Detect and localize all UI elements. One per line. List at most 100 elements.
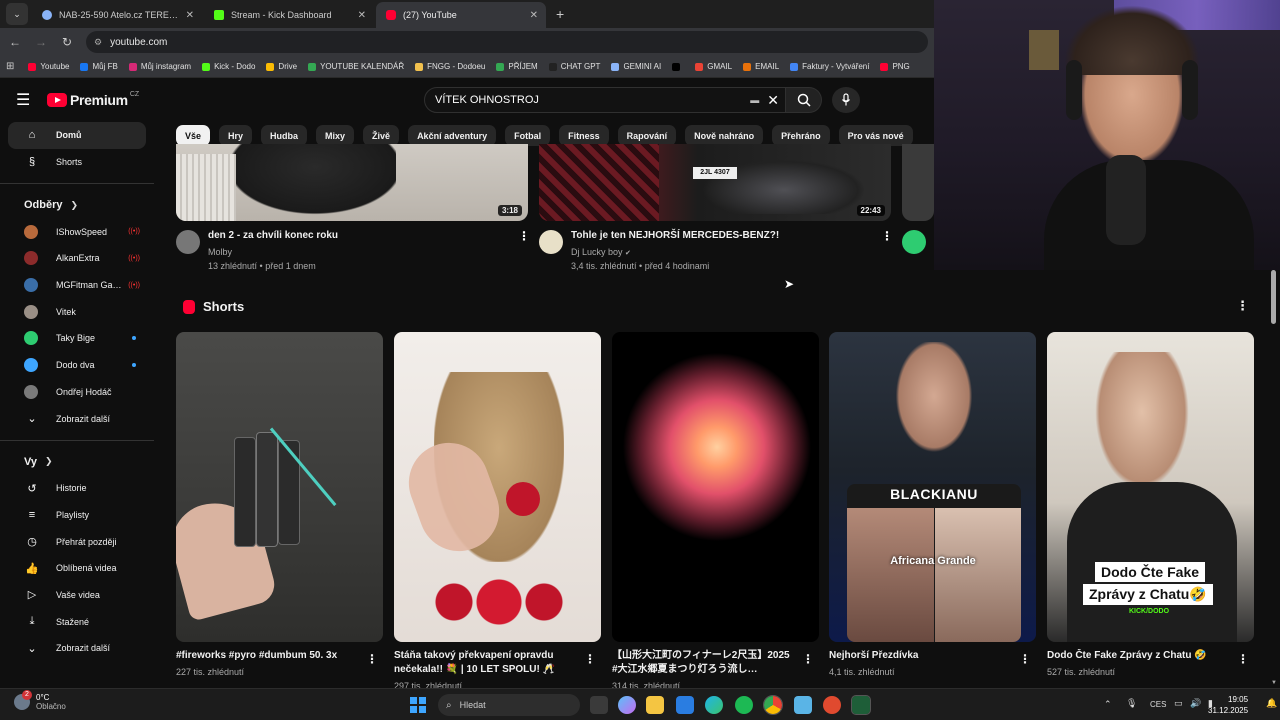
shelf-more-icon[interactable]: ⋮ — [1236, 298, 1249, 314]
weather-widget[interactable]: 2 0°C Oblačno — [14, 690, 66, 711]
you-header[interactable]: Vy ❯ — [8, 449, 146, 475]
sidebar-item-subscription[interactable]: Taky Bige — [8, 325, 146, 352]
bookmark-item[interactable]: EMAIL — [743, 62, 779, 71]
filter-chip[interactable]: Vše — [176, 125, 211, 146]
video-title[interactable]: Tohle je ten NEJHORŠÍ MERCEDES-BENZ?! — [571, 230, 779, 241]
filter-chip[interactable]: Fotbal — [505, 125, 551, 146]
filter-chip[interactable]: Akční adventury — [408, 125, 497, 146]
bookmark-item[interactable]: Můj FB — [80, 62, 118, 71]
short-title[interactable]: Stáňa takový překvapení opravdu nečekala… — [394, 649, 579, 677]
short-title[interactable]: 【山形大江町のフィナーレ2尺玉】2025 #大江水郷夏まつり灯ろう流し… — [612, 649, 797, 677]
notifications-icon[interactable]: 🔔 — [1266, 698, 1277, 709]
bookmark-item[interactable]: PNG — [880, 62, 910, 71]
chrome-icon[interactable] — [763, 695, 783, 715]
outlook-icon[interactable] — [676, 696, 694, 714]
microphone-icon[interactable]: 🎙 — [1126, 698, 1137, 709]
bookmark-item[interactable]: CHAT GPT — [548, 62, 600, 71]
bookmark-item[interactable]: Youtube — [28, 62, 69, 71]
youtube-premium-logo[interactable]: Premium CZ — [47, 91, 139, 108]
sidebar-item-chevron-down[interactable]: ⌄ Zobrazit další — [8, 635, 146, 662]
obs-icon[interactable] — [823, 696, 841, 714]
channel-name[interactable]: Dj Lucky boy — [571, 247, 623, 257]
url-field[interactable]: ⚙ youtube.com — [86, 31, 928, 53]
scrollbar-thumb[interactable] — [1271, 270, 1276, 324]
filter-chip[interactable]: Přehráno — [772, 125, 830, 146]
forward-icon[interactable]: → — [30, 35, 52, 49]
sidebar-item-subscription[interactable]: IShowSpeed ((•)) — [8, 218, 146, 245]
chevron-up-icon[interactable]: ⌃ — [1104, 699, 1112, 710]
search-button[interactable] — [786, 87, 822, 113]
tab-youtube[interactable]: (27) YouTube ✕ — [376, 2, 546, 28]
reload-icon[interactable]: ↻ — [56, 35, 78, 49]
close-tab-icon[interactable]: ✕ — [358, 10, 366, 21]
video-thumbnail[interactable]: 2JL 4307 22:43 — [539, 144, 891, 221]
short-title[interactable]: Dodo Čte Fake Zprávy z Chatu 🤣 — [1047, 649, 1232, 663]
sidebar-item-home[interactable]: ⌂ Domů — [8, 122, 146, 149]
filter-chip[interactable]: Živě — [363, 125, 400, 146]
channel-avatar[interactable] — [176, 230, 200, 254]
search-input[interactable]: VÍTEK OHNOSTROJ ▬ ✕ — [424, 87, 786, 113]
volume-icon[interactable]: 🔊 — [1190, 698, 1201, 709]
sidebar-item-downloads[interactable]: ⤓ Stažené — [8, 608, 146, 635]
more-actions-icon[interactable]: ⋮ — [518, 229, 530, 243]
more-actions-icon[interactable]: ⋮ — [881, 229, 893, 243]
clock[interactable]: 19:05 31.12.2025 — [1208, 694, 1248, 716]
bookmark-item[interactable]: Faktury - Vytváření — [790, 62, 869, 71]
bookmark-item[interactable]: YOUTUBE KALENDÁŘ — [308, 62, 404, 71]
short-thumbnail[interactable]: Dodo Čte Fake Zprávy z Chatu🤣 KICK/DODO — [1047, 332, 1254, 642]
filter-chip[interactable]: Pro vás nové — [838, 125, 913, 146]
sidebar-item-your-videos[interactable]: ▷ Vaše videa — [8, 582, 146, 609]
bookmark-item[interactable]: Drive — [266, 62, 297, 71]
filter-chip[interactable]: Hry — [219, 125, 253, 146]
sidebar-item-subscription[interactable]: MGFitman Gaming ((•)) — [8, 272, 146, 299]
sidebar-item-playlists[interactable]: ≡ Playlisty — [8, 502, 146, 529]
copilot-icon[interactable] — [618, 696, 636, 714]
subscriptions-header[interactable]: Odběry ❯ — [8, 192, 146, 218]
bookmark-item[interactable]: PŘÍJEM — [496, 62, 538, 71]
file-explorer-icon[interactable] — [646, 696, 664, 714]
more-actions-icon[interactable]: ⋮ — [1237, 652, 1249, 666]
network-icon[interactable]: ▭ — [1174, 698, 1183, 709]
short-thumbnail[interactable]: BLACKIANU Africana Grande — [829, 332, 1036, 642]
sidebar-item-watch-later[interactable]: ◷ Přehrát později — [8, 528, 146, 555]
tab-kick-dashboard[interactable]: Stream - Kick Dashboard ✕ — [204, 2, 374, 28]
filter-chip[interactable]: Hudba — [261, 125, 308, 146]
channel-avatar[interactable] — [539, 230, 563, 254]
sidebar-item-subscription[interactable]: Dodo dva — [8, 352, 146, 379]
more-actions-icon[interactable]: ⋮ — [802, 652, 814, 666]
short-title[interactable]: Nejhorší Přezdívka — [829, 649, 1014, 663]
bookmark-item[interactable] — [672, 62, 684, 71]
bookmark-item[interactable]: Můj instagram — [128, 62, 191, 71]
tab-atelo[interactable]: NAB-25-590 Atelo.cz TEREZA S ✕ — [32, 2, 202, 28]
sidebar-item-show-more-subs[interactable]: ⌄ Zobrazit další — [8, 405, 146, 432]
keyboard-icon[interactable]: ▬ — [750, 95, 759, 105]
short-title[interactable]: #fireworks #pyro #dumbum 50. 3x — [176, 649, 361, 663]
sidebar-item-subscription[interactable]: Ondřej Hodáč — [8, 379, 146, 406]
clear-search-icon[interactable]: ✕ — [767, 92, 779, 109]
apps-grid-icon[interactable]: ⊞ — [6, 61, 14, 72]
tab-search-icon[interactable]: ⌄ — [6, 3, 28, 25]
menu-icon[interactable]: ☰ — [16, 90, 30, 110]
notepad-icon[interactable] — [794, 696, 812, 714]
video-thumbnail[interactable]: 3:18 — [176, 144, 528, 221]
sidebar-item-shorts[interactable]: § Shorts — [8, 149, 146, 176]
channel-name[interactable]: Molby — [208, 247, 338, 257]
terminal-icon[interactable] — [851, 695, 871, 715]
short-thumbnail[interactable] — [394, 332, 601, 642]
task-view-icon[interactable] — [590, 696, 608, 714]
windows-start-icon[interactable] — [410, 697, 426, 713]
sidebar-item-subscription[interactable]: AlkanExtra ((•)) — [8, 245, 146, 272]
channel-avatar[interactable] — [902, 230, 926, 254]
short-thumbnail[interactable] — [612, 332, 819, 642]
language-indicator[interactable]: CES — [1150, 700, 1166, 709]
short-thumbnail[interactable] — [176, 332, 383, 642]
back-icon[interactable]: ← — [4, 35, 26, 49]
site-info-icon[interactable]: ⚙ — [94, 37, 102, 48]
bookmark-item[interactable]: Kick - Dodo — [202, 62, 255, 71]
bookmark-item[interactable]: GMAIL — [695, 62, 732, 71]
more-actions-icon[interactable]: ⋮ — [366, 652, 378, 666]
bookmark-item[interactable]: FNGG - Dodoeu — [415, 62, 485, 71]
voice-search-button[interactable] — [832, 87, 860, 113]
filter-chip[interactable]: Fitness — [559, 125, 609, 146]
new-tab-button[interactable]: + — [556, 6, 564, 22]
